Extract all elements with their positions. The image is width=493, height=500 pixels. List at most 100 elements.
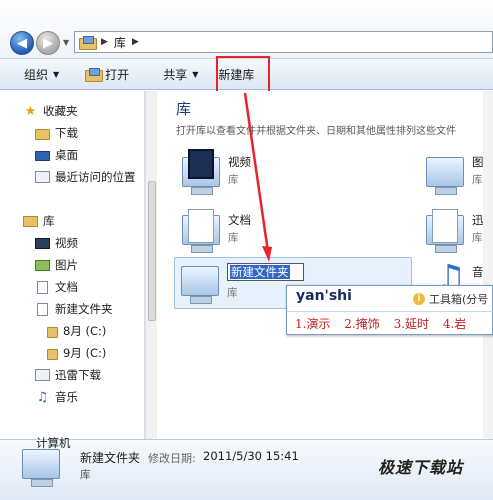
back-button[interactable]: ◀ [10,31,34,55]
page-title: 库 [176,100,192,118]
share-label: 共享 [163,67,188,82]
nav-item-new-folder[interactable]: 新建文件夹 [35,300,113,318]
chevron-down-icon: ▼ [53,69,60,79]
tile-type: 库 [227,287,238,299]
nav-item-music[interactable]: ♫ 音乐 [35,388,78,406]
nav-label: 8月 (C:) [63,324,107,338]
open-button[interactable]: 打开 [78,62,136,86]
content-scrollbar[interactable] [483,91,493,439]
nav-label: 迅雷下载 [55,368,101,382]
forward-arrow-icon: ▶ [43,35,53,51]
tile-type: 库 [228,232,239,244]
library-icon [79,36,97,50]
nav-item-recent[interactable]: 最近访问的位置 [35,168,136,186]
info-icon: i [413,293,425,305]
nav-item-documents[interactable]: 文档 [35,278,78,296]
highlight-annotation [216,56,270,93]
page-description: 打开库以查看文件并根据文件夹、日期和其他属性排列这些文件 [176,126,456,137]
navigation-pane: ★ 收藏夹 下载 桌面 最近访问的位置 库 视频 图片 文档 新建文件夹 8月 … [0,91,145,439]
ime-candidate[interactable]: 3.延时 [394,317,429,331]
nav-label: 下载 [55,126,78,140]
nav-label: 文档 [55,280,78,294]
nav-label: 图片 [55,258,78,272]
tile-type: 库 [472,174,483,186]
document-icon [37,280,48,294]
nav-scrollbar[interactable] [145,91,157,439]
video-library-icon [176,149,222,195]
nav-item-pictures[interactable]: 图片 [35,256,78,274]
nav-label: 9月 (C:) [63,346,107,360]
nav-scrollbar-thumb[interactable] [148,181,156,321]
library-icon [23,215,38,227]
watermark-logo: 极速下载站 [378,458,464,477]
ime-toolbox-button[interactable]: i 工具箱(分号 [413,291,488,307]
nav-label: 新建文件夹 [55,302,113,316]
rename-input[interactable]: 新建文件夹 [227,263,304,281]
nav-item-library[interactable]: 库 [23,212,55,230]
divider [287,311,493,312]
ime-candidates: 1.演示 2.掩饰 3.延时 4.岩 [295,315,476,332]
folder-icon [47,348,58,360]
document-library-icon [176,207,222,253]
nav-label: 音乐 [55,390,78,404]
breadcrumb-separator-icon[interactable]: ▶ [101,37,108,47]
details-type: 库 [80,469,91,481]
library-document-icon [37,302,48,316]
new-library-icon [175,258,221,304]
nav-item-desktop[interactable]: 桌面 [35,146,78,164]
ime-candidate-window: yan'shi i 工具箱(分号 1.演示 2.掩饰 3.延时 4.岩 [286,285,493,335]
details-name: 新建文件夹 [80,451,141,465]
ime-toolbox-label: 工具箱(分号 [429,293,489,306]
star-icon: ★ [24,103,37,119]
picture-library-icon [420,149,466,195]
picture-icon [35,259,50,271]
content-pane: 库 打开库以查看文件并根据文件夹、日期和其他属性排列这些文件 视频 库 文档 库… [158,91,493,439]
nav-item-thunder[interactable]: 迅雷下载 [35,366,101,384]
nav-item-sep[interactable]: 9月 (C:) [47,344,106,362]
recent-pages-dropdown[interactable]: ▼ [63,38,69,47]
share-button[interactable]: 共享 ▼ [156,62,205,86]
tile-type: 库 [228,174,239,186]
nav-label: 库 [43,214,55,228]
details-library-icon [22,449,60,487]
tile-name: 视频 [228,155,251,169]
library-tile-documents[interactable]: 文档 库 [176,207,326,257]
music-note-icon: ♫ [36,389,49,405]
nav-item-videos[interactable]: 视频 [35,234,78,252]
ime-candidate[interactable]: 2.掩饰 [344,317,379,331]
nav-label: 桌面 [55,148,78,162]
thunder-library-icon [420,207,466,253]
details-date: 2011/5/30 15:41 [203,449,299,463]
nav-item-aug[interactable]: 8月 (C:) [47,322,106,340]
nav-label: 视频 [55,236,78,250]
ime-candidate[interactable]: 4.岩 [443,317,466,331]
organize-button[interactable]: 组织 ▼ [17,62,66,86]
nav-item-downloads[interactable]: 下载 [35,124,78,142]
chevron-down-icon: ▼ [192,69,199,79]
folder-icon [47,326,58,338]
breadcrumb-separator-icon[interactable]: ▶ [132,37,139,47]
rename-selection: 新建文件夹 [230,265,290,279]
nav-item-favorites[interactable]: ★ 收藏夹 [23,102,78,120]
video-icon [35,237,50,249]
forward-button[interactable]: ▶ [36,31,60,55]
ime-composition: yan'shi [296,288,352,304]
organize-label: 组织 [24,67,49,82]
tile-type: 库 [472,232,483,244]
breadcrumb-library[interactable]: 库 [114,34,126,51]
address-bar: ◀ ▶ ▼ ▶ 库 ▶ [0,0,493,58]
thunder-library-icon [35,369,50,381]
download-folder-icon [35,128,50,140]
details-pane: 计算机 新建文件夹 修改日期: 2011/5/30 15:41 库 极速下载站 [0,436,493,500]
back-arrow-icon: ◀ [17,35,27,51]
address-box[interactable]: ▶ 库 ▶ [74,31,493,53]
recent-places-icon [35,171,50,183]
tile-name: 文档 [228,213,251,227]
nav-label: 最近访问的位置 [55,170,136,184]
ime-candidate[interactable]: 1.演示 [295,317,330,331]
open-label: 打开 [105,67,130,82]
details-date-label: 修改日期: [148,452,196,465]
nav-label: 收藏夹 [43,104,78,118]
open-folder-icon [85,68,104,82]
library-tile-videos[interactable]: 视频 库 [176,149,326,199]
